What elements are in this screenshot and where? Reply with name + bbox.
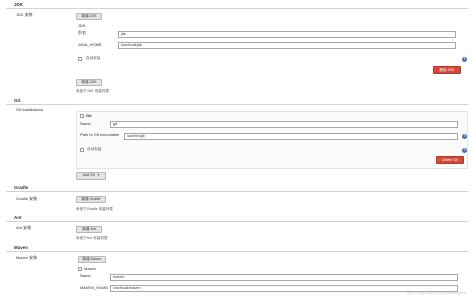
- jdk-section-title: JDK: [14, 2, 24, 7]
- maven-item-label: Maven: [84, 266, 97, 271]
- jdk-alias-input[interactable]: jdk: [118, 31, 456, 38]
- jdk-home-input[interactable]: /usr/local/jdk: [118, 42, 456, 49]
- git-auto-install-checkbox[interactable]: [80, 148, 84, 152]
- delete-git-button[interactable]: Delete Git: [436, 156, 464, 164]
- add-git-label: Add Git: [82, 173, 95, 177]
- ant-list-note: 系统下Ant 安装列表: [76, 236, 108, 240]
- watermark-text: http://blog.csdn.net/jenkinsmaven: [406, 290, 466, 295]
- git-item-toggle[interactable]: [80, 114, 84, 118]
- maven-item-toggle[interactable]: [78, 267, 82, 271]
- gradle-section-title: Gradle: [14, 185, 29, 190]
- git-divider: [6, 104, 468, 105]
- jdk-installations-label: JDK 安装: [16, 12, 33, 17]
- git-section-title: Git: [14, 98, 21, 103]
- jdk-divider: [6, 8, 468, 9]
- ant-section-title: Ant: [14, 215, 22, 220]
- add-jdk-button[interactable]: 新增 JDK: [76, 13, 102, 20]
- delete-jdk-button[interactable]: 删除 JDK: [433, 66, 461, 74]
- gradle-divider: [6, 191, 468, 192]
- maven-installations-label: Maven 安装: [16, 255, 38, 260]
- git-installations-label: Git installations: [16, 107, 44, 112]
- git-name-label: Name: [80, 121, 91, 126]
- jdk-home-label: JAVA_HOME: [78, 42, 102, 47]
- git-installation-panel: [76, 111, 468, 169]
- jdk-item-label: JDK: [78, 23, 86, 28]
- git-path-help-icon[interactable]: ?: [462, 134, 467, 139]
- maven-divider: [6, 251, 468, 252]
- ant-divider: [6, 221, 468, 222]
- git-name-input[interactable]: git: [110, 121, 458, 128]
- add-maven-button[interactable]: 新增 Maven: [78, 256, 106, 263]
- jdk-auto-install-label: 自动安装: [86, 56, 101, 60]
- git-auto-install-label: 自动安装: [87, 147, 102, 151]
- ant-installations-label: Ant 安装: [16, 225, 32, 230]
- add-git-button[interactable]: Add Git ▾: [76, 172, 106, 180]
- git-path-label: Path to Git executable: [80, 132, 120, 137]
- jdk-alias-label: 别名: [78, 30, 86, 35]
- jdk-list-note: 系统下JDK 安装列表: [76, 89, 109, 93]
- add-jdk-button-bottom[interactable]: 新增 JDK: [76, 79, 102, 86]
- git-item-label: Git: [86, 113, 92, 118]
- jdk-auto-install-checkbox[interactable]: [78, 57, 82, 61]
- add-gradle-button[interactable]: 新增 Gradle: [76, 196, 106, 203]
- gradle-installations-label: Gradle 安装: [16, 196, 38, 201]
- maven-name-input[interactable]: maven: [110, 274, 458, 281]
- maven-section-title: Maven: [14, 245, 29, 250]
- add-ant-button[interactable]: 新增 Ant: [76, 226, 102, 233]
- jdk-help-icon[interactable]: ?: [462, 57, 467, 62]
- git-auto-install-help-icon[interactable]: ?: [462, 148, 467, 153]
- maven-name-label: Name: [80, 273, 91, 278]
- git-path-input[interactable]: /usr/bin/git: [124, 133, 458, 140]
- maven-home-label: MAVEN_HOME: [80, 285, 109, 290]
- chevron-down-icon: ▾: [97, 173, 100, 177]
- gradle-list-note: 系统下Gradle 安装列表: [76, 207, 113, 211]
